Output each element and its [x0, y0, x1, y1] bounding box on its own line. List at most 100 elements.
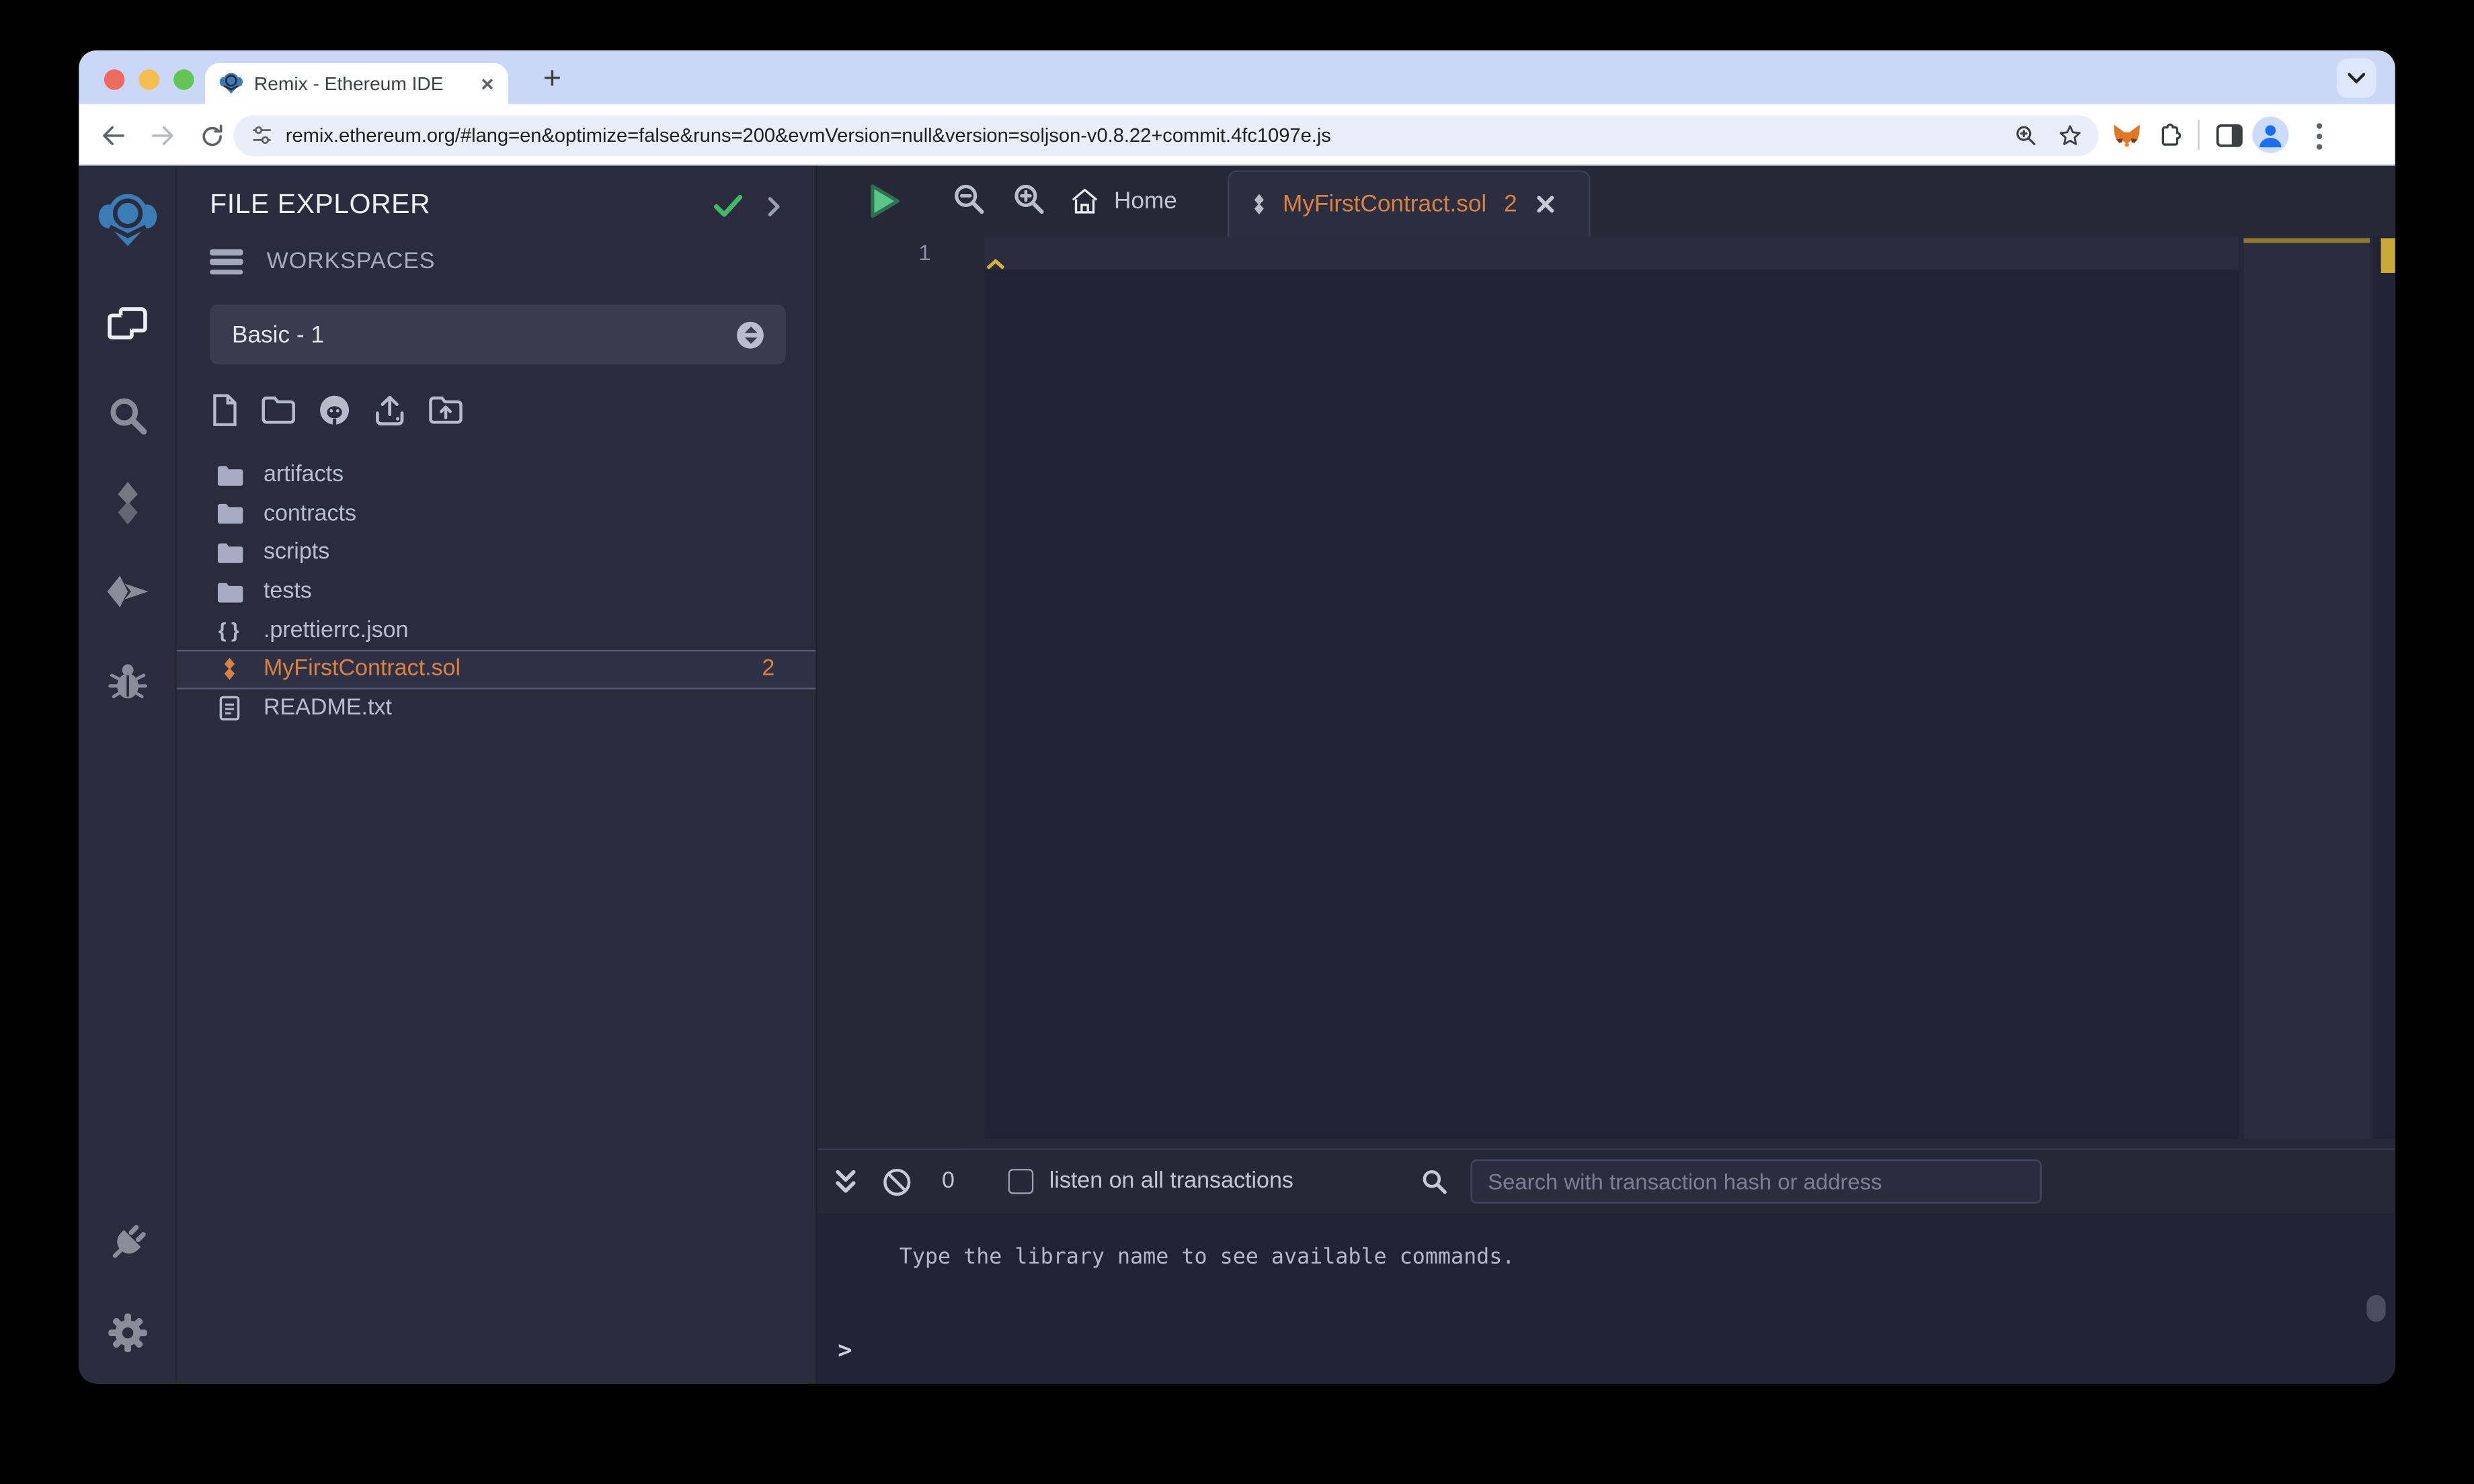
workspace-select[interactable]: Basic - 1: [210, 304, 786, 365]
address-bar[interactable]: remix.ethereum.org/#lang=en&optimize=fal…: [233, 115, 2099, 157]
rail-item-settings[interactable]: [105, 1311, 149, 1362]
settings-gear-icon: [108, 1313, 147, 1352]
tab-myfirstcontract[interactable]: MyFirstContract.sol 2: [1227, 170, 1591, 237]
workspaces-menu-icon[interactable]: [210, 249, 243, 275]
tree-item-file[interactable]: README.txt: [177, 689, 816, 728]
remix-app: FILE EXPLORER WORKSPACES Basic - 1 artif…: [79, 165, 2395, 1384]
panel-title: FILE EXPLORER: [210, 188, 431, 220]
terminal-output[interactable]: Type the library name to see available c…: [817, 1213, 2395, 1383]
editor-zone: Home MyFirstContract.sol 2 1: [817, 165, 2395, 1149]
check-icon[interactable]: [713, 194, 744, 218]
site-controls-icon[interactable]: [251, 124, 273, 147]
tree-item-label: tests: [263, 579, 312, 605]
json-braces-icon: { }: [218, 618, 241, 643]
file-explorer-panel: FILE EXPLORER WORKSPACES Basic - 1 artif…: [176, 165, 817, 1384]
clear-console-icon[interactable]: [882, 1167, 912, 1198]
main-area: Home MyFirstContract.sol 2 1 0 listen on…: [817, 165, 2395, 1384]
reload-button[interactable]: [192, 117, 230, 155]
listen-checkbox[interactable]: [1008, 1169, 1034, 1194]
current-line-highlight: [984, 237, 2239, 270]
tree-item-file[interactable]: { } .prettierrc.json: [177, 611, 816, 650]
zoom-icon[interactable]: [2013, 123, 2039, 149]
chevron-right-icon[interactable]: [767, 196, 781, 218]
profile-button[interactable]: [2251, 115, 2289, 153]
browser-tab[interactable]: Remix - Ethereum IDE ×: [205, 63, 508, 104]
solidity-compiler-icon: [117, 481, 137, 525]
workspace-selected-value: Basic - 1: [232, 321, 324, 348]
three-dots-icon: [2316, 122, 2323, 149]
terminal-panel: 0 listen on all transactions Type the li…: [817, 1148, 2395, 1384]
terminal-search-input[interactable]: [1470, 1159, 2042, 1204]
editor-gutter: 1: [817, 237, 963, 1149]
tree-item-label: MyFirstContract.sol: [263, 656, 461, 682]
tab-close-icon[interactable]: ×: [481, 73, 493, 95]
editor-content[interactable]: [984, 237, 2239, 1139]
window-close-button[interactable]: [104, 69, 125, 90]
terminal-scrollbar-thumb[interactable]: [2366, 1294, 2386, 1322]
upload-folder-icon[interactable]: [428, 395, 464, 426]
chevron-down-icon: [2348, 73, 2366, 84]
problems-badge: 2: [762, 656, 775, 682]
browser-toolbar: remix.ethereum.org/#lang=en&optimize=fal…: [79, 104, 2395, 166]
zoom-out-button[interactable]: [951, 181, 986, 216]
metamask-extension-button[interactable]: [2108, 117, 2146, 155]
profile-avatar: [2252, 116, 2289, 153]
tree-item-folder[interactable]: contracts: [177, 495, 816, 534]
code-editor[interactable]: 1: [817, 237, 2395, 1149]
reload-icon: [202, 124, 222, 146]
tab-search-button[interactable]: [2336, 58, 2377, 98]
icon-rail: [79, 165, 177, 1384]
collapse-terminal-icon[interactable]: [833, 1169, 859, 1196]
close-icon[interactable]: [1536, 196, 1554, 213]
tree-item-folder[interactable]: scripts: [177, 534, 816, 573]
tree-item-label: artifacts: [263, 462, 344, 488]
rail-item-deploy-run[interactable]: [104, 573, 151, 618]
extensions-button[interactable]: [2151, 117, 2188, 155]
bookmark-star-icon[interactable]: [2057, 123, 2083, 149]
side-panel-button[interactable]: [2210, 117, 2248, 155]
clone-github-icon[interactable]: [317, 393, 352, 427]
terminal-message: Type the library name to see available c…: [899, 1244, 1515, 1270]
zoom-in-button[interactable]: [1011, 181, 1046, 216]
terminal-prompt[interactable]: >: [838, 1336, 852, 1364]
file-explorer-icon: [107, 307, 147, 340]
url-text[interactable]: remix.ethereum.org/#lang=en&optimize=fal…: [286, 115, 1331, 156]
rail-item-solidity-compiler[interactable]: [108, 479, 147, 534]
tree-item-folder[interactable]: tests: [177, 572, 816, 611]
folder-icon: [216, 504, 243, 525]
forward-button[interactable]: [144, 117, 182, 155]
overview-ruler[interactable]: [2372, 237, 2395, 1139]
window-minimize-button[interactable]: [138, 69, 160, 90]
browser-menu-button[interactable]: [2301, 117, 2338, 155]
rail-item-search[interactable]: [106, 395, 148, 445]
home-icon: [1072, 188, 1098, 214]
tree-item-file-selected[interactable]: MyFirstContract.sol 2: [176, 649, 816, 689]
upload-file-icon[interactable]: [372, 393, 407, 427]
tab-problems-badge: 2: [1504, 190, 1517, 218]
browser-tabstrip: Remix - Ethereum IDE × +: [79, 50, 2395, 104]
explorer-actions: [210, 393, 464, 427]
back-button[interactable]: [95, 117, 132, 155]
search-icon: [110, 398, 147, 435]
ruler-warning-marker: [2381, 238, 2395, 274]
toolbar-divider: [2198, 120, 2200, 150]
tree-item-label: contracts: [263, 501, 357, 527]
editor-minimap[interactable]: [2243, 237, 2370, 1139]
rail-item-file-explorer[interactable]: [106, 306, 148, 353]
rail-item-debugger[interactable]: [106, 659, 148, 710]
metamask-fox-icon: [2114, 124, 2141, 146]
remix-logo[interactable]: [97, 194, 157, 256]
run-script-button[interactable]: [869, 183, 901, 219]
tree-item-folder[interactable]: artifacts: [177, 456, 816, 495]
folder-icon: [216, 542, 243, 563]
folder-icon: [216, 581, 243, 602]
tab-home[interactable]: Home: [1047, 165, 1199, 237]
new-file-icon[interactable]: [210, 393, 240, 427]
rail-item-plugin-manager[interactable]: [105, 1221, 149, 1273]
new-folder-icon[interactable]: [260, 395, 296, 426]
window-zoom-button[interactable]: [173, 69, 194, 90]
browser-tab-title: Remix - Ethereum IDE: [253, 72, 444, 95]
new-tab-button[interactable]: +: [533, 62, 571, 99]
side-panel-icon: [2216, 124, 2243, 147]
tab-label: Home: [1113, 188, 1177, 215]
